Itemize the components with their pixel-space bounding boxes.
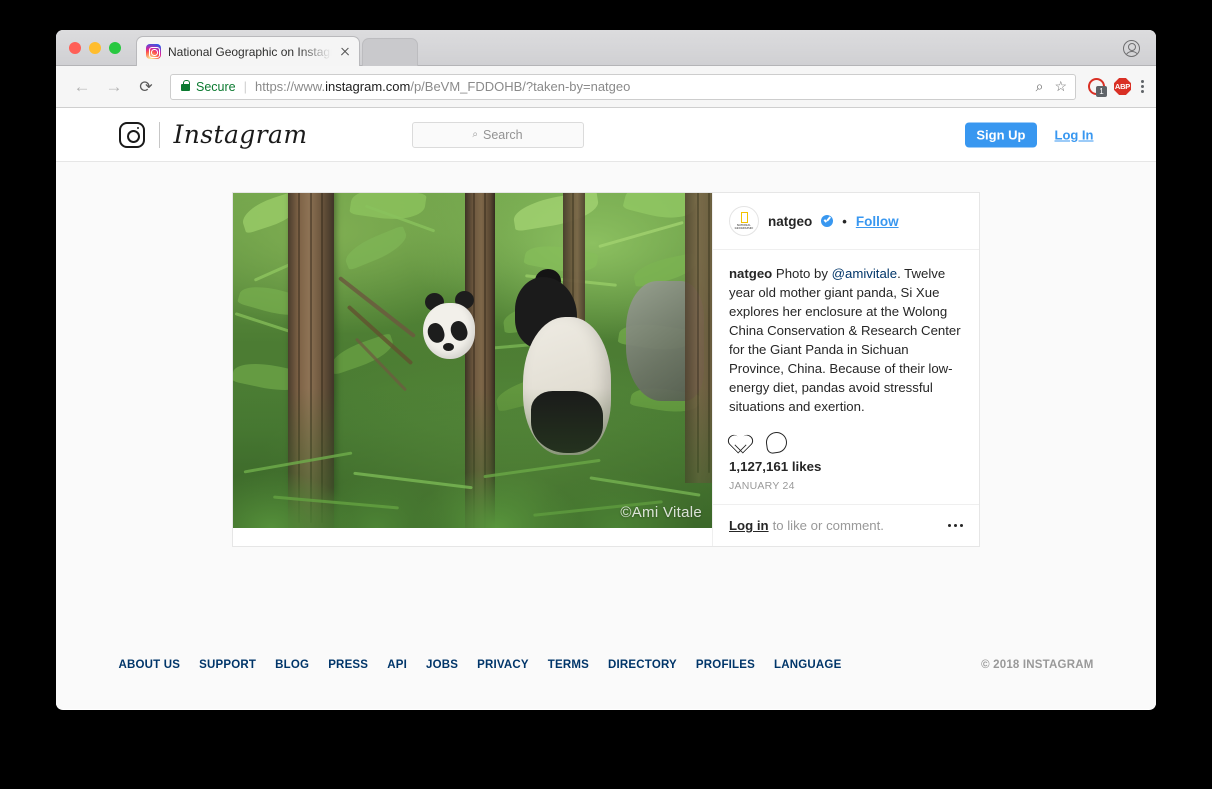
comment-icon[interactable] [764,430,789,455]
footer-link-blog[interactable]: BLOG [275,659,309,671]
instagram-favicon-icon [146,44,161,59]
browser-tab-bar: National Geographic on Instagr [56,30,1156,66]
footer-link-terms[interactable]: TERMS [548,659,589,671]
url-path: /p/BeVM_FDDOHB/?taken-by=natgeo [410,79,631,94]
lock-icon [181,79,191,91]
copyright-text: © 2018 INSTAGRAM [981,659,1094,671]
comment-prompt-text: to like or comment. [772,518,884,533]
post-card: ©Ami Vitale NATIONAL GEOGRAPHIC natgeo •… [232,192,980,547]
url-scheme: https://www. [255,79,326,94]
search-input[interactable]: ⌕ Search [411,121,584,148]
separator-dot: • [842,213,847,229]
footer-link-privacy[interactable]: PRIVACY [477,659,529,671]
post-author-header: NATIONAL GEOGRAPHIC natgeo • Follow [713,193,979,250]
post-sidebar: NATIONAL GEOGRAPHIC natgeo • Follow natg… [712,193,979,546]
secure-label: Secure [196,79,236,94]
minimize-window-button[interactable] [89,42,101,54]
footer-link-about-us[interactable]: ABOUT US [119,659,181,671]
post-actions [713,426,979,457]
footer-links: ABOUT US SUPPORT BLOG PRESS API JOBS PRI… [119,659,842,671]
like-count[interactable]: 1,127,161 likes [713,457,979,474]
natgeo-logo-icon [740,211,748,223]
window-controls[interactable] [69,42,121,54]
close-tab-icon[interactable] [337,44,353,60]
maximize-window-button[interactable] [109,42,121,54]
instagram-wordmark: Instagram [173,120,308,149]
caption-author[interactable]: natgeo [729,266,772,281]
search-placeholder: Search [483,127,523,142]
address-bar[interactable]: Secure | https://www. instagram.com/p/BeV… [170,73,1076,100]
omnibox-separator: | [243,79,247,94]
footer-link-api[interactable]: API [387,659,407,671]
reload-button[interactable]: ⟳ [132,73,160,101]
history-extension-icon[interactable]: 1 [1088,78,1107,97]
new-tab-button[interactable] [362,38,418,66]
instagram-camera-icon [118,121,145,148]
search-icon: ⌕ [472,129,478,140]
search-icon[interactable]: ⌕ [1036,78,1044,95]
footer-link-support[interactable]: SUPPORT [199,659,256,671]
follow-button[interactable]: Follow [856,214,899,229]
heart-icon[interactable] [729,432,752,453]
browser-toolbar: ← → ⟳ Secure | https://www. instagram.com… [56,66,1156,108]
logo-divider [158,121,160,148]
extension-badge-count: 1 [1096,86,1107,97]
post-options-icon[interactable] [948,523,963,528]
browser-tab[interactable]: National Geographic on Instagr [136,36,360,66]
desktop-background: National Geographic on Instagr ← → ⟳ Sec… [0,0,1212,789]
footer-link-jobs[interactable]: JOBS [426,659,458,671]
caption-pre: Photo by [772,266,832,281]
page-content: ©Ami Vitale NATIONAL GEOGRAPHIC natgeo •… [56,162,1156,671]
footer-link-press[interactable]: PRESS [328,659,368,671]
sign-up-button[interactable]: Sign Up [965,122,1037,147]
kebab-menu-icon[interactable] [1141,79,1144,94]
caption-text-1: . Twelve year old mother giant panda, Si… [729,266,961,414]
tab-title: National Geographic on Instagr [168,44,335,59]
bookmark-star-icon[interactable]: ☆ [1054,78,1067,95]
caption-paragraph-1: natgeo Photo by @amivitale. Twelve year … [729,264,963,416]
account-icon[interactable] [1123,40,1140,57]
avatar-brand-line2: GEOGRAPHIC [734,227,754,230]
page-viewport: Instagram ⌕ Search Sign Up Log In ©Ami V… [56,108,1156,709]
back-button[interactable]: ← [68,73,96,101]
post-date: JANUARY 24 [729,480,795,492]
caption-mention[interactable]: @amivitale [832,266,897,281]
close-window-button[interactable] [69,42,81,54]
footer-link-directory[interactable]: DIRECTORY [608,659,677,671]
instagram-logo[interactable]: Instagram [118,120,308,149]
forward-button[interactable]: → [100,73,128,101]
extension-icons: 1 ABP [1088,78,1131,97]
verified-badge-icon [821,215,834,227]
post-author-username[interactable]: natgeo [768,214,812,229]
site-footer: ABOUT US SUPPORT BLOG PRESS API JOBS PRI… [119,547,1094,671]
log-in-link[interactable]: Log in [729,518,769,533]
log-in-link[interactable]: Log In [1055,127,1094,142]
adblock-plus-icon[interactable]: ABP [1114,78,1131,95]
footer-link-language[interactable]: LANGUAGE [774,659,841,671]
comment-prompt: Log in to like or comment. [713,504,979,546]
avatar[interactable]: NATIONAL GEOGRAPHIC [729,206,759,236]
url-domain: instagram.com [325,79,411,94]
instagram-navbar: Instagram ⌕ Search Sign Up Log In [56,108,1156,162]
post-caption: natgeo Photo by @amivitale. Twelve year … [713,250,979,426]
post-photo[interactable]: ©Ami Vitale [233,193,712,528]
footer-link-profiles[interactable]: PROFILES [696,659,755,671]
photo-watermark: ©Ami Vitale [620,504,702,521]
browser-window: National Geographic on Instagr ← → ⟳ Sec… [56,30,1156,710]
